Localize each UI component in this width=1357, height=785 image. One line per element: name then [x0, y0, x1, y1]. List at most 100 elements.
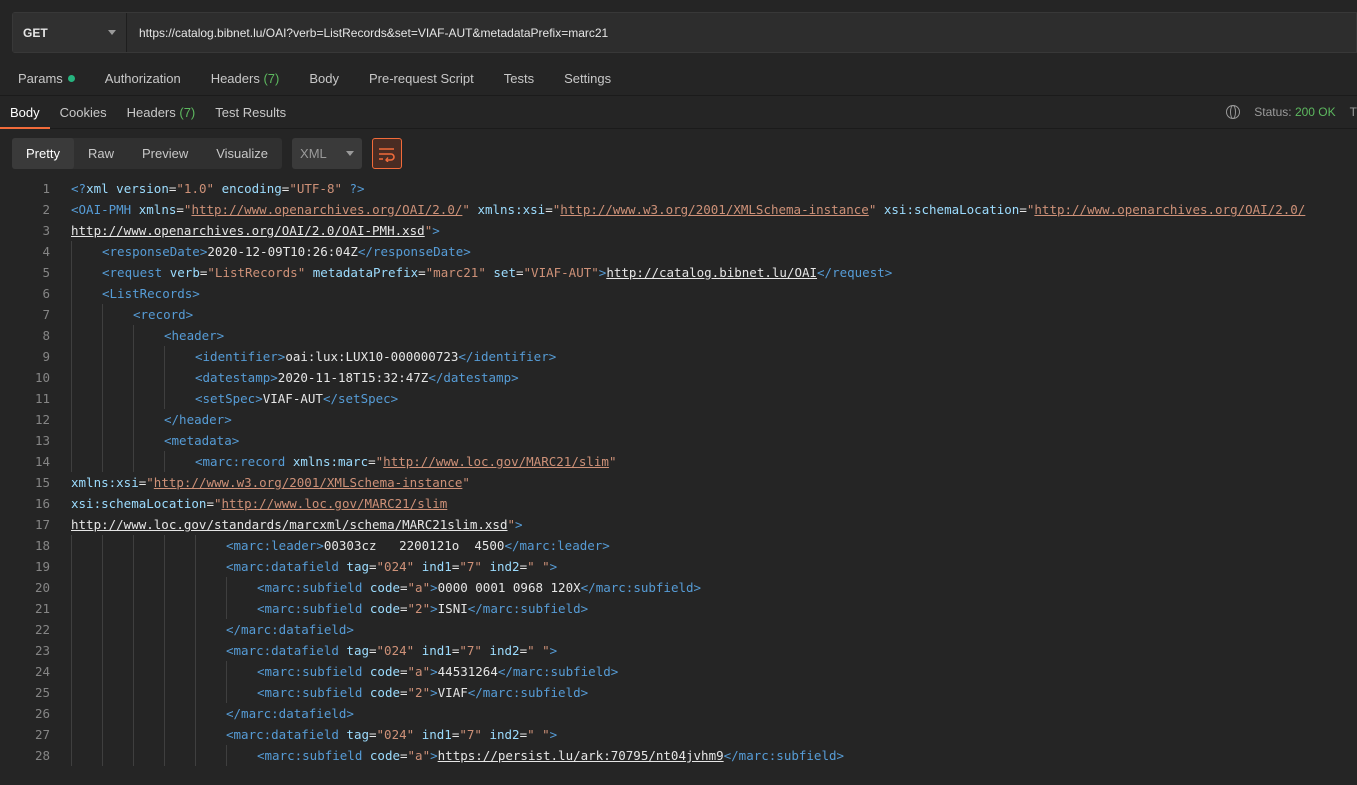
- code-text: <datestamp>2020-11-18T15:32:47Z</datesta…: [195, 367, 519, 388]
- code-token-link[interactable]: http://www.w3.org/2001/XMLSchema-instanc…: [560, 202, 869, 217]
- code-line: 6 <ListRecords>: [0, 283, 1357, 304]
- tab-settings[interactable]: Settings: [564, 71, 611, 86]
- line-number: 11: [34, 391, 50, 406]
- method-select[interactable]: GET: [13, 13, 127, 52]
- tab-headers[interactable]: Headers (7): [211, 71, 280, 86]
- code-token-linkw[interactable]: http://www.loc.gov/standards/marcxml/sch…: [71, 517, 508, 532]
- code-token-tag: ?>: [349, 181, 365, 196]
- tab-headers-count: (7): [263, 71, 280, 86]
- code-text: <marc:datafield tag="024" ind1="7" ind2=…: [226, 724, 557, 745]
- code-text: http://www.openarchives.org/OAI/2.0/OAI-…: [71, 220, 440, 241]
- code-token-attr: code: [369, 685, 400, 700]
- code-token-link[interactable]: http://www.w3.org/2001/XMLSchema-instanc…: [154, 475, 463, 490]
- line-number: 19: [34, 559, 50, 574]
- view-raw-button[interactable]: Raw: [74, 138, 128, 169]
- code-token-eq: =: [418, 265, 426, 280]
- code-token-attr: verb: [169, 265, 200, 280]
- indent-guide: [226, 682, 227, 703]
- response-code-view[interactable]: 1 <?xml version="1.0" encoding="UTF-8" ?>…: [0, 178, 1357, 785]
- code-token-link[interactable]: http://www.loc.gov/MARC21/slim: [383, 454, 609, 469]
- code-token-link[interactable]: http://www.loc.gov/MARC21/slim: [222, 496, 448, 511]
- view-pretty-button[interactable]: Pretty: [12, 138, 74, 169]
- code-text: xsi:schemaLocation="http://www.loc.gov/M…: [71, 493, 447, 514]
- indent-guide: [102, 556, 103, 577]
- code-token-attr: xmlns:xsi: [477, 202, 546, 217]
- indent-guide: [102, 409, 103, 430]
- code-token-link[interactable]: http://www.openarchives.org/OAI/2.0/: [191, 202, 462, 217]
- view-visualize-button[interactable]: Visualize: [202, 138, 282, 169]
- response-tab-body[interactable]: Body: [0, 96, 50, 129]
- code-token-eq: =: [368, 454, 376, 469]
- response-tab-cookies[interactable]: Cookies: [50, 96, 117, 128]
- code-text: <marc:record xmlns:marc= "http://www.loc.…: [195, 451, 616, 472]
- code-text: <marc:subfield code="a">https://persist.…: [257, 745, 844, 766]
- code-line: 9 <identifier>oai:lux:LUX10-000000723</id…: [0, 346, 1357, 367]
- tab-authorization[interactable]: Authorization: [105, 71, 181, 86]
- code-text: <identifier>oai:lux:LUX10-000000723</ide…: [195, 346, 556, 367]
- view-preview-button[interactable]: Preview: [128, 138, 202, 169]
- code-token-linkw[interactable]: http://www.openarchives.org/OAI/2.0/OAI-…: [71, 223, 425, 238]
- line-number: 15: [34, 475, 50, 490]
- format-select[interactable]: XML: [292, 138, 363, 169]
- code-token-tag: <setSpec>: [195, 391, 263, 406]
- code-token-linkw[interactable]: http://catalog.bibnet.lu/OAI: [606, 265, 817, 280]
- indent-guide: [133, 346, 134, 367]
- response-tab-test-results[interactable]: Test Results: [205, 96, 296, 128]
- indent-guide: [102, 724, 103, 745]
- indent-guide: [133, 640, 134, 661]
- tab-tests[interactable]: Tests: [504, 71, 534, 86]
- wrap-lines-button[interactable]: [372, 138, 403, 169]
- code-token-val: ": [507, 517, 516, 532]
- code-token-eq: =: [369, 727, 377, 742]
- line-number: 24: [34, 664, 50, 679]
- indent-guide: [133, 724, 134, 745]
- indent-guide: [133, 745, 134, 766]
- indent-guide: [71, 283, 72, 304]
- code-line: 19 <marc:datafield tag="024" ind1="7" ind…: [0, 556, 1357, 577]
- indent-guide: [164, 682, 165, 703]
- line-number: 7: [42, 307, 50, 322]
- tab-body[interactable]: Body: [309, 71, 339, 86]
- code-token-linkw[interactable]: https://persist.lu/ark:70795/nt04jvhm9: [438, 748, 724, 763]
- code-text: xmlns:xsi="http://www.w3.org/2001/XMLSch…: [71, 472, 470, 493]
- code-line: 1 <?xml version="1.0" encoding="UTF-8" ?>: [0, 178, 1357, 199]
- response-status: Status: 200 OK T: [1226, 96, 1357, 128]
- url-input[interactable]: https://catalog.bibnet.lu/OAI?verb=ListR…: [127, 26, 608, 40]
- response-tab-headers[interactable]: Headers (7): [117, 96, 206, 128]
- indent-guide: [71, 367, 72, 388]
- code-token-attr: code: [369, 664, 400, 679]
- code-token-val: "2": [407, 685, 431, 700]
- globe-icon[interactable]: [1226, 105, 1241, 119]
- indent-guide: [102, 346, 103, 367]
- code-token-plain: VIAF-AUT: [262, 391, 323, 406]
- code-token-attr: tag: [346, 559, 369, 574]
- indent-guide: [71, 451, 72, 472]
- code-token-link[interactable]: http://www.openarchives.org/OAI/2.0/: [1034, 202, 1305, 217]
- tab-params[interactable]: Params: [18, 71, 75, 86]
- url-bar: GET https://catalog.bibnet.lu/OAI?verb=L…: [12, 12, 1357, 53]
- code-text: <header>: [164, 325, 224, 346]
- line-number: 1: [42, 181, 50, 196]
- line-number: 2: [42, 202, 50, 217]
- code-token-eq: =: [176, 202, 184, 217]
- overflow-icon[interactable]: T: [1350, 105, 1357, 119]
- code-line: 26 </marc:datafield>: [0, 703, 1357, 724]
- code-text: <metadata>: [164, 430, 239, 451]
- code-token-attr: tag: [346, 643, 369, 658]
- indent-guide: [164, 388, 165, 409]
- tab-tests-label: Tests: [503, 71, 535, 86]
- line-number: 9: [42, 349, 50, 364]
- params-indicator-dot: [67, 75, 75, 82]
- code-line: 7 <record>: [0, 304, 1357, 325]
- tab-prerequest-script[interactable]: Pre-request Script: [369, 71, 474, 86]
- indent-guide: [226, 745, 227, 766]
- line-number: 12: [34, 412, 50, 427]
- code-token-tag: <marc:leader>: [226, 538, 324, 553]
